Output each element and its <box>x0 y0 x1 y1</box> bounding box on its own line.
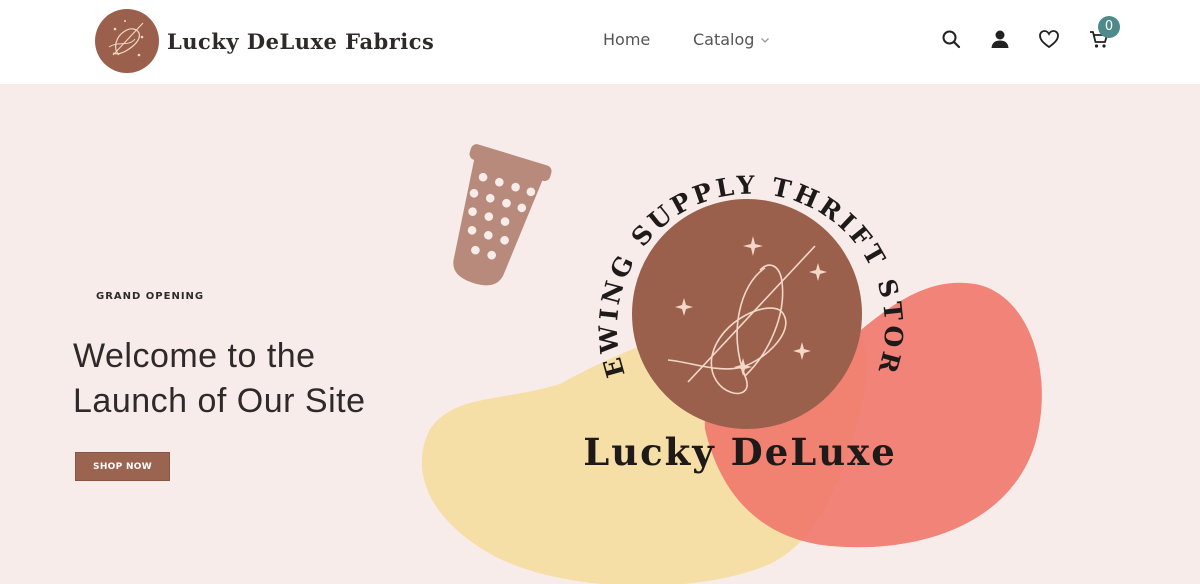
hero-headline: Welcome to the Launch of Our Site <box>73 337 366 420</box>
nav-home-link[interactable]: Home <box>603 30 650 49</box>
search-button[interactable] <box>940 28 962 50</box>
brand-logo-icon <box>95 9 159 73</box>
wishlist-button[interactable] <box>1038 28 1060 50</box>
account-icon <box>991 30 1009 48</box>
chevron-down-icon <box>761 37 770 43</box>
hero-banner: SEWING SUPPLY THRIFT STORE Lucky DeLuxe … <box>0 84 1200 584</box>
thimble-icon <box>453 144 552 286</box>
search-icon <box>942 30 961 49</box>
site-header: Lucky DeLuxe Fabrics Home Catalog 0 <box>0 0 1200 84</box>
brand-name: Lucky DeLuxe Fabrics <box>167 28 435 54</box>
heart-icon <box>1039 30 1059 49</box>
logo-wordmark: Lucky DeLuxe <box>583 430 897 474</box>
nav-catalog-link[interactable]: Catalog <box>693 30 770 49</box>
shop-now-button[interactable]: SHOP NOW <box>75 452 170 481</box>
account-button[interactable] <box>989 28 1011 50</box>
cart-count-badge: 0 <box>1098 16 1120 38</box>
hero-eyebrow: GRAND OPENING <box>96 291 205 302</box>
brand-home-link[interactable]: Lucky DeLuxe Fabrics <box>95 9 434 73</box>
nav-catalog-label: Catalog <box>693 30 755 49</box>
